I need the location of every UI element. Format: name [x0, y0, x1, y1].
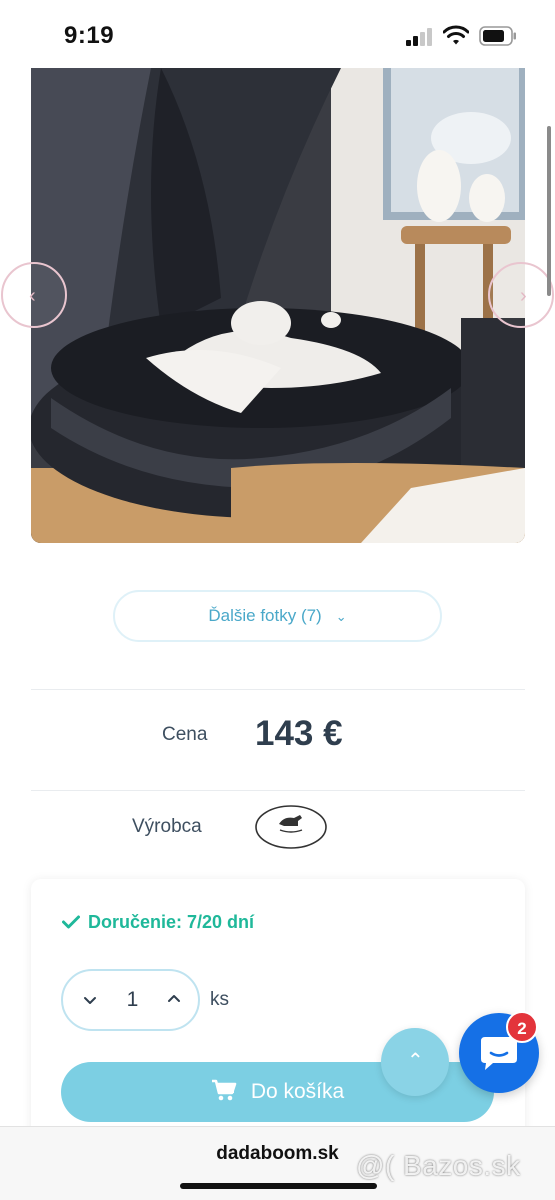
- quantity-stepper[interactable]: 1: [61, 969, 200, 1031]
- product-image[interactable]: [31, 68, 525, 543]
- quantity-unit: ks: [210, 989, 229, 1010]
- price-label: Cena: [162, 724, 208, 745]
- more-photos-button[interactable]: Ďalšie fotky (7) ⌄: [113, 590, 442, 642]
- scroll-to-top-button[interactable]: ⌃: [381, 1028, 449, 1096]
- status-bar: 9:19: [0, 0, 555, 68]
- check-icon: [62, 915, 80, 929]
- maker-label: Výrobca: [132, 816, 202, 837]
- chevron-up-icon: ⌃: [407, 1050, 424, 1072]
- carousel-prev-button[interactable]: ‹: [1, 262, 67, 328]
- battery-icon: [479, 26, 516, 46]
- price-value: 143 €: [255, 714, 343, 753]
- maker-logo[interactable]: [254, 804, 328, 850]
- chevron-left-icon: ‹: [29, 285, 36, 307]
- delivery-info: Doručenie: 7/20 dní: [62, 912, 254, 933]
- delivery-label: Doručenie: 7/20 dní: [88, 912, 255, 932]
- divider: [31, 790, 525, 791]
- divider: [31, 689, 525, 690]
- chevron-down-icon: ⌄: [335, 609, 347, 624]
- more-photos-label: Ďalšie fotky (7): [208, 606, 322, 625]
- carousel-next-button[interactable]: ›: [488, 262, 554, 328]
- scroll-indicator[interactable]: [547, 126, 551, 296]
- home-indicator: [180, 1183, 377, 1189]
- add-to-cart-label: Do košíka: [250, 1080, 345, 1103]
- wifi-icon: [443, 25, 469, 45]
- cellular-signal-icon: [406, 28, 432, 46]
- chevron-right-icon: ›: [520, 285, 527, 307]
- cart-icon: [211, 1079, 237, 1101]
- status-time: 9:19: [64, 22, 115, 49]
- watermark: @( Bazos.sk: [356, 1150, 521, 1181]
- chevron-up-icon[interactable]: [163, 987, 185, 1009]
- chat-unread-badge: 2: [506, 1011, 538, 1043]
